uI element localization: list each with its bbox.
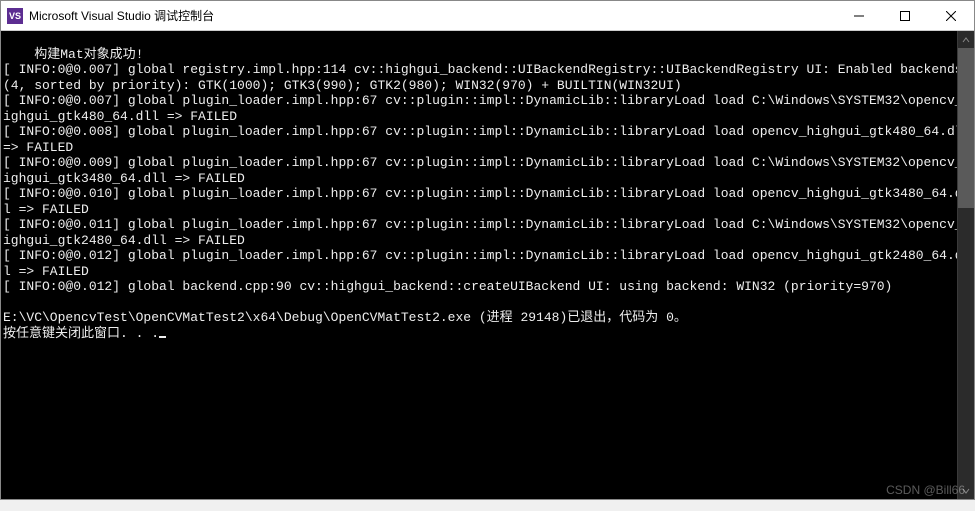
app-icon: VS <box>7 8 23 24</box>
watermark: CSDN @Bill66 <box>886 483 965 497</box>
close-icon <box>946 11 956 21</box>
maximize-button[interactable] <box>882 1 928 30</box>
scroll-thumb[interactable] <box>958 48 974 208</box>
console-output[interactable]: 构建Mat对象成功! [ INFO:0@0.007] global regist… <box>1 31 974 499</box>
minimize-button[interactable] <box>836 1 882 30</box>
scroll-track[interactable] <box>958 48 974 482</box>
chevron-up-icon <box>962 36 970 44</box>
window-controls <box>836 1 974 30</box>
scroll-up-button[interactable] <box>958 31 974 48</box>
scrollbar[interactable] <box>957 31 974 499</box>
titlebar: VS Microsoft Visual Studio 调试控制台 <box>1 1 974 31</box>
window-title: Microsoft Visual Studio 调试控制台 <box>29 7 214 24</box>
console-window: VS Microsoft Visual Studio 调试控制台 构建Mat对象… <box>0 0 975 500</box>
app-icon-text: VS <box>9 11 21 21</box>
console-text: 构建Mat对象成功! [ INFO:0@0.007] global regist… <box>3 47 974 341</box>
maximize-icon <box>900 11 910 21</box>
minimize-icon <box>854 11 864 21</box>
close-button[interactable] <box>928 1 974 30</box>
cursor <box>159 336 166 338</box>
